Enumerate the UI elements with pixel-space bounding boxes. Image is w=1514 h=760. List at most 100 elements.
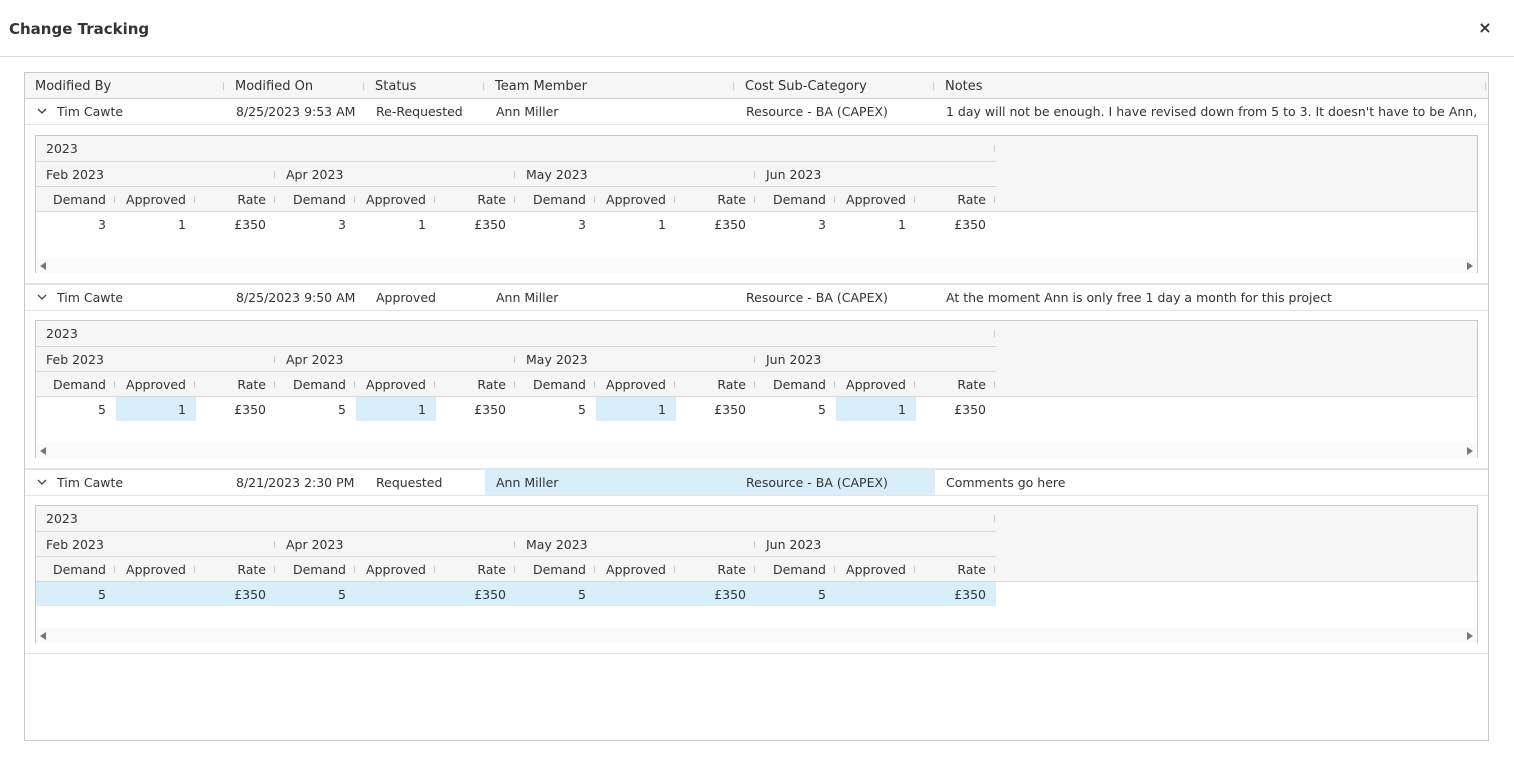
col-resize-handle[interactable] <box>274 356 275 363</box>
cell-demand[interactable]: 5 <box>36 588 106 602</box>
sub-header-approved[interactable]: Approved <box>831 193 906 207</box>
col-resize-handle[interactable] <box>754 171 755 178</box>
sub-header-rate[interactable]: Rate <box>671 563 746 577</box>
col-resize-handle[interactable] <box>483 82 484 90</box>
col-resize-handle[interactable] <box>514 171 515 178</box>
sub-header-demand[interactable]: Demand <box>751 378 826 392</box>
sub-header-approved[interactable]: Approved <box>351 378 426 392</box>
col-resize-handle[interactable] <box>994 566 995 573</box>
col-resize-handle[interactable] <box>1485 82 1486 90</box>
cell-team-member[interactable]: Ann Miller <box>496 99 731 124</box>
col-resize-handle[interactable] <box>274 171 275 178</box>
sub-header-rate[interactable]: Rate <box>431 193 506 207</box>
cell-approved[interactable]: 1 <box>596 403 666 417</box>
cell-demand[interactable]: 5 <box>276 403 346 417</box>
sub-header-rate[interactable]: Rate <box>431 563 506 577</box>
col-resize-handle[interactable] <box>514 541 515 548</box>
col-resize-handle[interactable] <box>994 381 995 388</box>
cell-approved[interactable]: 1 <box>356 403 426 417</box>
col-header-status[interactable]: Status <box>375 73 416 98</box>
cell-modified-on[interactable]: 8/25/2023 9:53 AM <box>236 99 361 124</box>
col-header-team-member[interactable]: Team Member <box>495 73 587 98</box>
sub-header-approved[interactable]: Approved <box>111 378 186 392</box>
sub-header-approved[interactable]: Approved <box>111 193 186 207</box>
master-row[interactable]: Tim Cawte 8/21/2023 2:30 PM Requested Ann M… <box>25 469 1488 496</box>
col-resize-handle[interactable] <box>994 145 995 152</box>
sub-header-demand[interactable]: Demand <box>271 193 346 207</box>
sub-header-rate[interactable]: Rate <box>911 563 986 577</box>
scroll-left-arrow-icon[interactable] <box>40 447 46 455</box>
col-resize-handle[interactable] <box>933 82 934 90</box>
cell-rate[interactable]: £350 <box>916 403 986 417</box>
horizontal-scrollbar[interactable] <box>36 443 1477 458</box>
cell-approved[interactable]: 1 <box>596 218 666 232</box>
col-resize-handle[interactable] <box>223 82 224 90</box>
cell-demand[interactable]: 3 <box>516 218 586 232</box>
sub-header-demand[interactable]: Demand <box>36 378 106 392</box>
cell-status[interactable]: Requested <box>376 470 481 495</box>
sub-header-approved[interactable]: Approved <box>351 563 426 577</box>
cell-rate[interactable]: £350 <box>676 218 746 232</box>
cell-rate[interactable]: £350 <box>196 218 266 232</box>
sub-header-approved[interactable]: Approved <box>831 378 906 392</box>
sub-header-approved[interactable]: Approved <box>591 563 666 577</box>
cell-cost-sub-category[interactable]: Resource - BA (CAPEX) <box>746 285 931 310</box>
sub-header-demand[interactable]: Demand <box>511 193 586 207</box>
cell-rate[interactable]: £350 <box>436 403 506 417</box>
sub-header-demand[interactable]: Demand <box>36 193 106 207</box>
col-resize-handle[interactable] <box>994 330 995 337</box>
sub-header-approved[interactable]: Approved <box>591 193 666 207</box>
cell-approved[interactable]: 1 <box>116 403 186 417</box>
cell-notes[interactable]: Comments go here <box>946 470 1481 495</box>
cell-modified-by[interactable]: Tim Cawte <box>57 99 217 124</box>
master-row[interactable]: Tim Cawte 8/25/2023 9:50 AM Approved Ann Mi… <box>25 284 1488 311</box>
horizontal-scrollbar[interactable] <box>36 628 1477 643</box>
cell-demand[interactable]: 5 <box>756 588 826 602</box>
cell-demand[interactable]: 5 <box>756 403 826 417</box>
cell-demand[interactable]: 3 <box>36 218 106 232</box>
master-row[interactable]: Tim Cawte 8/25/2023 9:53 AM Re-Requested An… <box>25 99 1488 125</box>
sub-header-rate[interactable]: Rate <box>191 378 266 392</box>
scroll-right-arrow-icon[interactable] <box>1467 447 1473 455</box>
cell-cost-sub-category[interactable]: Resource - BA (CAPEX) <box>746 470 931 495</box>
sub-header-demand[interactable]: Demand <box>511 563 586 577</box>
cell-rate[interactable]: £350 <box>916 218 986 232</box>
cell-rate[interactable]: £350 <box>436 218 506 232</box>
sub-header-rate[interactable]: Rate <box>671 193 746 207</box>
col-resize-handle[interactable] <box>994 515 995 522</box>
cell-team-member[interactable]: Ann Miller <box>496 470 731 495</box>
col-resize-handle[interactable] <box>514 356 515 363</box>
cell-status[interactable]: Approved <box>376 285 481 310</box>
sub-header-demand[interactable]: Demand <box>751 563 826 577</box>
sub-header-approved[interactable]: Approved <box>831 563 906 577</box>
cell-modified-on[interactable]: 8/21/2023 2:30 PM <box>236 470 361 495</box>
cell-notes[interactable]: At the moment Ann is only free 1 day a m… <box>946 285 1481 310</box>
sub-header-rate[interactable]: Rate <box>191 563 266 577</box>
cell-rate[interactable]: £350 <box>436 588 506 602</box>
col-resize-handle[interactable] <box>754 541 755 548</box>
sub-header-rate[interactable]: Rate <box>671 378 746 392</box>
sub-header-approved[interactable]: Approved <box>111 563 186 577</box>
chevron-down-icon[interactable] <box>37 292 47 302</box>
cell-modified-by[interactable]: Tim Cawte <box>57 285 217 310</box>
col-resize-handle[interactable] <box>754 356 755 363</box>
col-resize-handle[interactable] <box>994 196 995 203</box>
cell-demand[interactable]: 3 <box>756 218 826 232</box>
sub-header-rate[interactable]: Rate <box>191 193 266 207</box>
cell-rate[interactable]: £350 <box>916 588 986 602</box>
cell-approved[interactable]: 1 <box>116 218 186 232</box>
scroll-right-arrow-icon[interactable] <box>1467 632 1473 640</box>
cell-rate[interactable]: £350 <box>196 588 266 602</box>
close-icon[interactable]: × <box>1477 19 1493 37</box>
col-resize-handle[interactable] <box>363 82 364 90</box>
sub-header-demand[interactable]: Demand <box>751 193 826 207</box>
cell-team-member[interactable]: Ann Miller <box>496 285 731 310</box>
cell-demand[interactable]: 5 <box>276 588 346 602</box>
cell-rate[interactable]: £350 <box>676 588 746 602</box>
col-header-modified-on[interactable]: Modified On <box>235 73 313 98</box>
col-header-modified-by[interactable]: Modified By <box>35 73 111 98</box>
sub-header-demand[interactable]: Demand <box>271 563 346 577</box>
cell-demand[interactable]: 3 <box>276 218 346 232</box>
sub-header-approved[interactable]: Approved <box>351 193 426 207</box>
cell-demand[interactable]: 5 <box>516 588 586 602</box>
